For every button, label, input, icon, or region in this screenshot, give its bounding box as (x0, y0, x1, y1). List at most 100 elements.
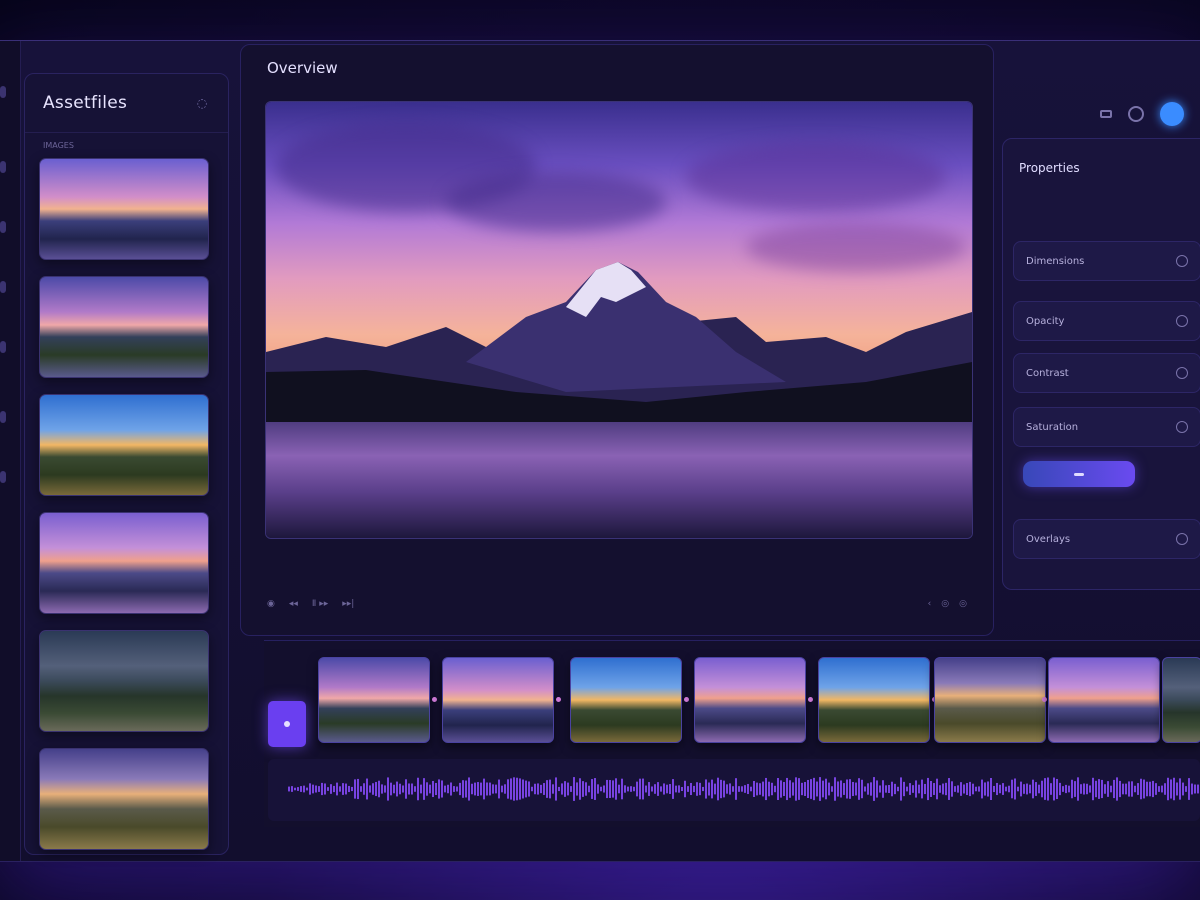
waveform-bar (345, 783, 347, 795)
waveform-bar (777, 778, 779, 800)
waveform-bar (867, 783, 869, 795)
thumbnail-stormy-valley[interactable] (39, 630, 209, 732)
waveform-bar (639, 778, 641, 800)
waveform-bar (1032, 779, 1034, 799)
prev-icon[interactable]: ‹ (928, 599, 932, 609)
thumbnail-mountain-sunset-lake[interactable] (39, 158, 209, 260)
thumbnail-golden-hills-sunset[interactable] (39, 748, 209, 850)
record-icon[interactable]: ◎ (941, 599, 949, 609)
waveform-bar (474, 782, 476, 796)
timeline-clip[interactable] (442, 657, 554, 743)
thumbnail-pink-sunset-reflection[interactable] (39, 512, 209, 614)
timeline-clip[interactable] (1162, 657, 1200, 743)
waveform-bar (672, 779, 674, 799)
waveform-bar (834, 777, 836, 801)
waveform-bar (1020, 781, 1022, 797)
waveform-bar (636, 781, 638, 797)
waveform-bar (903, 781, 905, 797)
rail-icon[interactable] (0, 411, 6, 423)
waveform-bar (426, 782, 428, 796)
waveform-bar (537, 783, 539, 795)
rail-icon[interactable] (0, 86, 6, 98)
waveform-bar (384, 785, 386, 793)
waveform-bar (315, 785, 317, 793)
rail-icon[interactable] (0, 161, 6, 173)
waveform-bar (876, 780, 878, 798)
timeline-clip[interactable] (694, 657, 806, 743)
waveform-bar (1008, 785, 1010, 793)
waveform-bar (897, 786, 899, 792)
active-mode-icon[interactable] (1160, 102, 1184, 126)
waveform-bar (993, 785, 995, 793)
waveform-bar (822, 780, 824, 798)
preview-canvas[interactable] (265, 101, 973, 539)
waveform-bar (447, 784, 449, 794)
waveform-bar (717, 777, 719, 801)
waveform-bar (573, 777, 575, 801)
audio-track[interactable] (268, 759, 1200, 821)
view-icon[interactable] (1100, 110, 1112, 118)
add-clip-button[interactable] (268, 701, 306, 747)
waveform-bar (1077, 777, 1079, 801)
collapse-icon[interactable]: ◌ (194, 95, 210, 111)
timeline (264, 640, 1200, 827)
playback-control[interactable]: ▸▸| (342, 599, 354, 609)
timeline-clip[interactable] (318, 657, 430, 743)
thumbnail-pine-valley-dusk[interactable] (39, 276, 209, 378)
waveform-bar (615, 778, 617, 800)
playback-control[interactable]: ◂◂ (289, 599, 298, 609)
playback-right-controls: ‹ ◎ ◎ (928, 599, 967, 609)
rail-icon[interactable] (0, 341, 6, 353)
inspector-row[interactable]: Contrast (1013, 353, 1200, 393)
waveform-bar (480, 782, 482, 796)
inspector-row[interactable]: Dimensions (1013, 241, 1200, 281)
inspector-row[interactable]: Saturation (1013, 407, 1200, 447)
chevron-icon (1176, 255, 1188, 267)
waveform-bar (1191, 783, 1193, 795)
waveform-bar (939, 785, 941, 793)
waveform-bar (936, 778, 938, 800)
waveform-bar (795, 777, 797, 801)
waveform-bar (879, 785, 881, 793)
rail-icon[interactable] (0, 221, 6, 233)
rail-icon[interactable] (0, 471, 6, 483)
waveform-bar (711, 779, 713, 799)
waveform-bar (1182, 782, 1184, 796)
timeline-clip[interactable] (818, 657, 930, 743)
waveform-bar (468, 777, 470, 801)
waveform-bar (609, 780, 611, 798)
waveform-bar (699, 782, 701, 796)
timeline-clip[interactable] (570, 657, 682, 743)
waveform-bar (381, 784, 383, 794)
waveform-bar (618, 784, 620, 794)
waveform-bar (843, 783, 845, 795)
inspector-row-label: Dimensions (1026, 255, 1085, 267)
waveform-bar (870, 782, 872, 796)
waveform-bar (303, 785, 305, 793)
rail-icon[interactable] (0, 281, 6, 293)
playback-control[interactable]: ◉ (267, 599, 275, 609)
waveform-bar (861, 779, 863, 799)
waveform-bar (912, 785, 914, 793)
waveform-bar (660, 786, 662, 792)
timeline-clip[interactable] (934, 657, 1046, 743)
timeline-clip[interactable] (1048, 657, 1160, 743)
waveform-bar (882, 780, 884, 798)
waveform-bar (720, 779, 722, 799)
waveform-bar (501, 785, 503, 793)
waveform-bar (654, 784, 656, 794)
settings-icon[interactable]: ◎ (959, 599, 967, 609)
inspector-row[interactable]: Overlays (1013, 519, 1200, 559)
waveform-bar (582, 781, 584, 797)
adjust-toggle[interactable] (1023, 461, 1135, 487)
thumbnail-golden-sunrise-meadow[interactable] (39, 394, 209, 496)
power-icon[interactable] (1128, 106, 1144, 122)
waveform-bar (888, 784, 890, 794)
playback-control[interactable]: Ⅱ ▸▸ (312, 599, 328, 609)
inspector-row[interactable]: Opacity (1013, 301, 1200, 341)
waveform-bar (1107, 781, 1109, 797)
waveform-bar (576, 782, 578, 796)
waveform-bar (858, 778, 860, 800)
waveform-bar (600, 786, 602, 792)
waveform-bar (1002, 783, 1004, 795)
